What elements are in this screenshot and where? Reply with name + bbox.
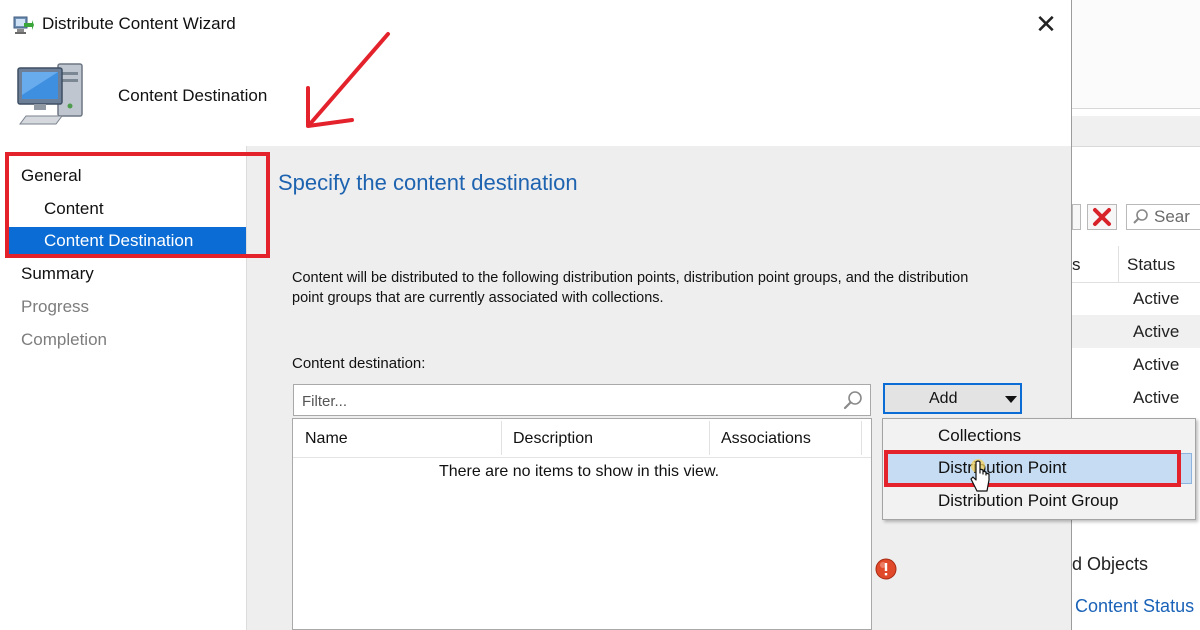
background-table-row[interactable]: Active	[1072, 282, 1200, 315]
nav-item-content-destination[interactable]: Content Destination	[7, 227, 246, 254]
column-separator	[861, 421, 862, 455]
related-objects-label: d Objects	[1072, 554, 1149, 574]
background-search-box[interactable]: Sear	[1126, 204, 1200, 230]
menu-item-distribution-point-group[interactable]: Distribution Point Group	[886, 486, 1192, 517]
background-band	[1072, 116, 1200, 147]
column-header-description[interactable]: Description	[513, 430, 593, 448]
column-separator	[1118, 246, 1119, 282]
content-destination-label: Content destination:	[292, 355, 426, 372]
delete-button[interactable]	[1087, 204, 1117, 230]
filter-box	[293, 384, 871, 416]
menu-item-label: Distribution Point	[938, 458, 1067, 477]
add-dropdown-menu: Collections Distribution Point Distribut…	[882, 418, 1196, 520]
menu-item-distribution-point[interactable]: Distribution Point	[886, 453, 1192, 484]
background-toolbar: Sear	[1072, 196, 1200, 240]
nav-item-summary[interactable]: Summary	[21, 260, 94, 287]
list-header: Name Description Associations	[293, 419, 871, 458]
menu-item-label: Distribution Point Group	[938, 491, 1119, 510]
column-header-name[interactable]: Name	[305, 430, 348, 448]
status-cell: Active	[1133, 289, 1180, 308]
column-separator	[501, 421, 502, 455]
background-table-row[interactable]: Active	[1072, 381, 1200, 414]
page-heading: Specify the content destination	[278, 170, 578, 195]
window-title: Distribute Content Wizard	[42, 14, 236, 33]
nav-item-label: Content Destination	[44, 231, 194, 250]
content-status-link[interactable]: Content Status	[1075, 596, 1194, 617]
nav-item-completion: Completion	[21, 330, 107, 349]
wizard-navigation-pane: General Content Content Destination Summ…	[0, 146, 247, 630]
empty-list-message: There are no items to show in this view.	[438, 463, 720, 480]
status-cell: Active	[1133, 388, 1180, 407]
nav-item-content[interactable]: Content	[44, 195, 104, 222]
background-table-header: s Status	[1072, 246, 1200, 283]
filter-input[interactable]	[300, 390, 834, 412]
chevron-down-icon	[1005, 396, 1017, 403]
delete-x-icon	[1093, 208, 1111, 226]
search-icon	[1133, 209, 1148, 224]
content-destination-list[interactable]: Name Description Associations There are …	[292, 418, 872, 630]
background-table-row[interactable]: Active	[1072, 348, 1200, 381]
status-column-header[interactable]: Status	[1127, 255, 1175, 275]
nav-item-progress: Progress	[21, 297, 90, 316]
menu-item-label: Collections	[938, 426, 1022, 445]
menu-item-collections[interactable]: Collections	[886, 421, 1192, 452]
computer-icon	[17, 63, 83, 125]
search-icon[interactable]	[842, 389, 864, 411]
page-description: Content will be distributed to the follo…	[292, 270, 969, 306]
background-column-header[interactable]: s	[1072, 255, 1081, 275]
background-search-text: Sear	[1154, 207, 1190, 226]
column-header-associations[interactable]: Associations	[721, 430, 811, 448]
close-button[interactable]: ✕	[1030, 8, 1062, 40]
background-ribbon	[1072, 0, 1200, 109]
nav-item-general[interactable]: General	[21, 162, 81, 189]
add-button[interactable]: Add	[883, 383, 1022, 414]
status-cell: Active	[1133, 322, 1180, 341]
wizard-header-title: Content Destination	[118, 86, 268, 105]
add-button-label: Add	[929, 390, 958, 407]
wizard-app-icon	[13, 16, 34, 34]
background-table-row[interactable]: Active	[1072, 315, 1200, 348]
error-icon	[875, 558, 897, 580]
background-toolbar-button[interactable]	[1072, 204, 1081, 230]
status-cell: Active	[1133, 355, 1180, 374]
column-separator	[709, 421, 710, 455]
